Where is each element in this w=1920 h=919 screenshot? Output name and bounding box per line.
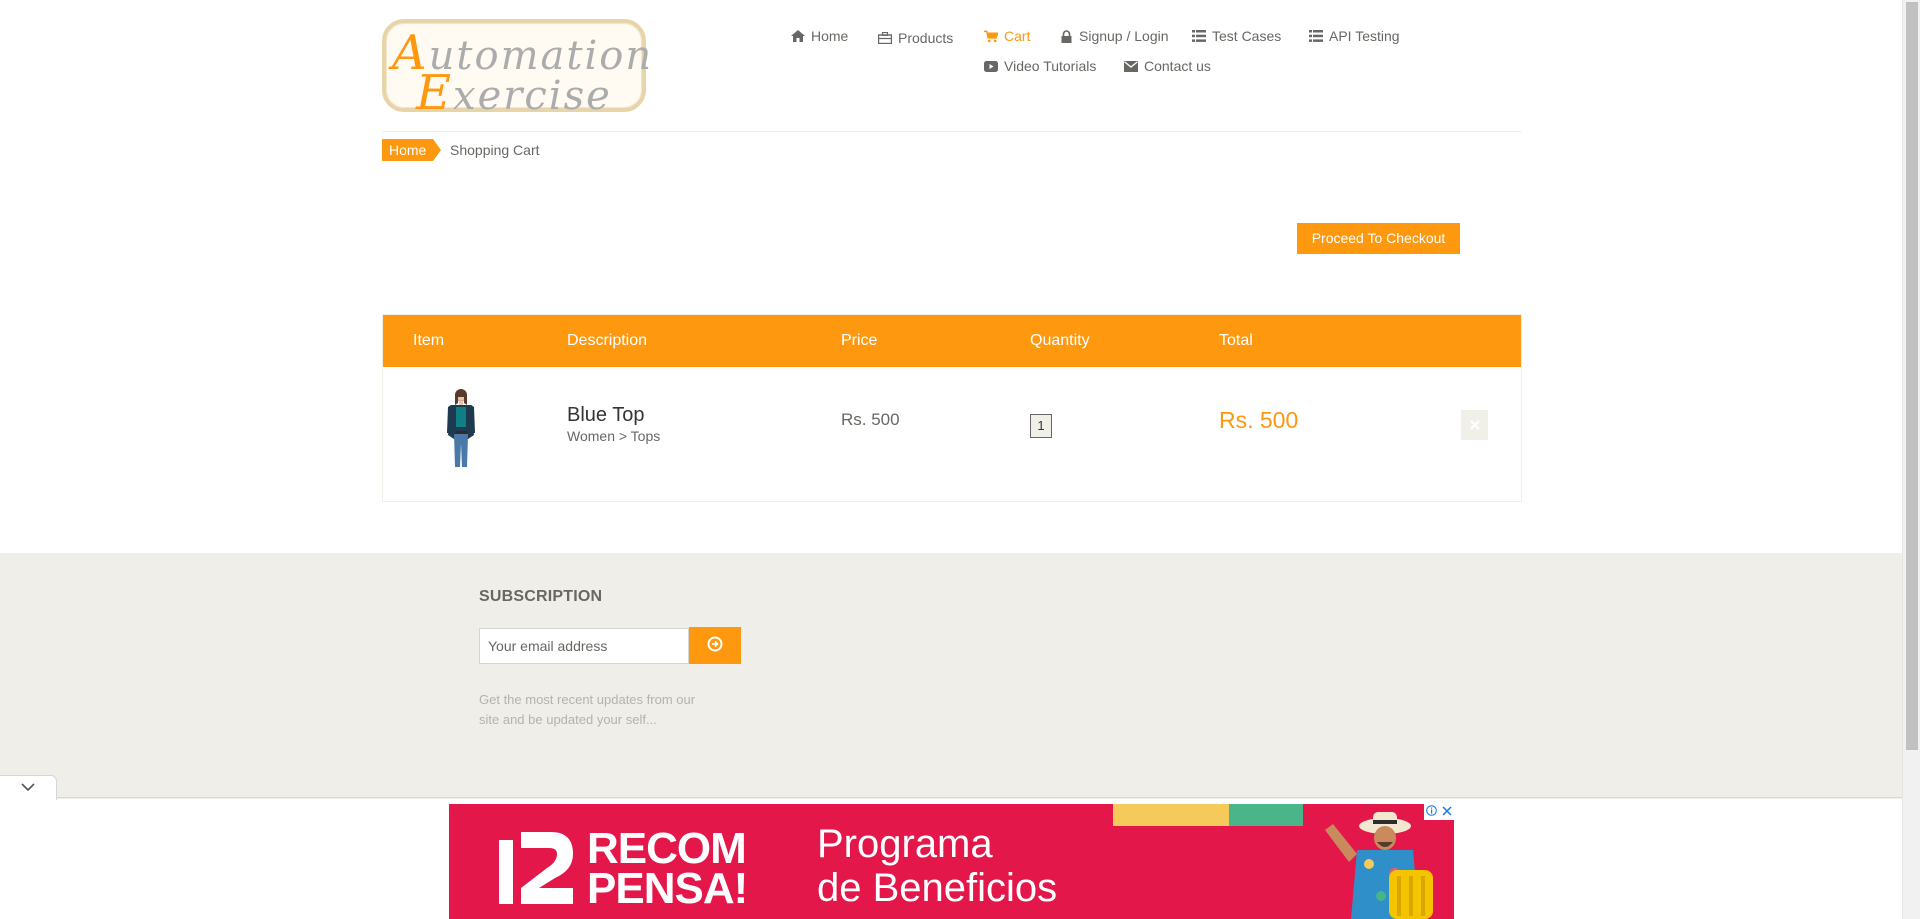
briefcase-icon (878, 31, 892, 45)
shopping-cart-icon (984, 29, 998, 43)
collapse-ad-button[interactable] (0, 775, 57, 800)
close-icon (1469, 417, 1480, 433)
header-description: Description (567, 332, 648, 349)
nav-cart[interactable]: Cart (984, 28, 1030, 44)
nav-test-cases-label: Test Cases (1212, 28, 1282, 44)
info-icon[interactable] (1426, 805, 1438, 819)
subscription-email-input[interactable] (479, 628, 689, 664)
nav-contact-label: Contact us (1144, 58, 1211, 74)
site-logo[interactable]: Automation Exercise (382, 19, 651, 121)
nav-api-testing[interactable]: API Testing (1309, 28, 1400, 44)
header-quantity: Quantity (1030, 332, 1090, 349)
advertisement[interactable]: RECOM PENSA! Programa de Beneficios (449, 804, 1454, 919)
logo-text-2: xercise (453, 73, 612, 119)
nav-products-label: Products (898, 30, 954, 46)
cart-table-header: Item Description Price Quantity Total (383, 315, 1521, 367)
quantity-value[interactable]: 1 (1030, 414, 1052, 438)
header-price: Price (841, 332, 878, 349)
nav-contact-us[interactable]: Contact us (1124, 58, 1211, 74)
footer (0, 553, 1903, 799)
product-total: Rs. 500 (1219, 407, 1299, 433)
ad-choices-controls[interactable] (1424, 804, 1454, 820)
ad-logo-icon (499, 832, 573, 904)
ad-headline-2: de Beneficios (817, 866, 1058, 910)
footer-divider (0, 797, 1903, 798)
product-category: Women > Tops (567, 428, 661, 444)
header-total: Total (1219, 332, 1253, 349)
nav-test-cases[interactable]: Test Cases (1192, 28, 1281, 44)
product-image[interactable] (441, 387, 481, 469)
nav-signup-label: Signup / Login (1079, 28, 1169, 44)
home-icon (791, 29, 805, 43)
nav-cart-label: Cart (1004, 28, 1031, 44)
youtube-play-icon (984, 59, 998, 73)
arrow-circle-right-icon (707, 636, 723, 655)
breadcrumb-home[interactable]: Home (382, 139, 442, 161)
nav-api-testing-label: API Testing (1329, 28, 1400, 44)
header-divider (382, 131, 1522, 132)
close-ad-icon[interactable] (1442, 805, 1452, 819)
chevron-down-icon (21, 779, 35, 797)
subscription-title: SUBSCRIPTION (479, 588, 603, 605)
ad-headline-1: Programa (817, 822, 993, 866)
logo-cap-2: E (416, 65, 454, 121)
scrollbar-thumb[interactable] (1906, 2, 1918, 750)
logo-line-2: Exercise (416, 65, 612, 121)
ad-brand-line-2: PENSA! (587, 864, 748, 913)
ad-person-image (1285, 804, 1445, 919)
nav-products[interactable]: Products (878, 30, 953, 46)
subscription-note: Get the most recent updates from our sit… (479, 692, 696, 727)
proceed-to-checkout-button[interactable]: Proceed To Checkout (1297, 223, 1460, 254)
delete-item-button[interactable] (1461, 410, 1488, 440)
nav-signup-login[interactable]: Signup / Login (1059, 28, 1169, 44)
product-price: Rs. 500 (841, 410, 900, 429)
breadcrumb-current: Shopping Cart (450, 142, 540, 158)
product-name-link[interactable]: Blue Top (567, 404, 644, 427)
list-icon (1192, 29, 1206, 43)
ad-stripe-yellow (1113, 804, 1229, 826)
page-scrollbar[interactable] (1902, 0, 1920, 919)
lock-icon (1059, 29, 1073, 43)
nav-home[interactable]: Home (791, 28, 848, 44)
nav-video-tutorials[interactable]: Video Tutorials (984, 58, 1096, 74)
subscribe-button[interactable] (689, 627, 741, 664)
nav-video-label: Video Tutorials (1004, 58, 1097, 74)
cart-table: Item Description Price Quantity Total Bl… (382, 314, 1522, 502)
list-icon (1309, 29, 1323, 43)
envelope-icon (1124, 59, 1138, 73)
table-row: Blue Top Women > Tops Rs. 500 1 Rs. 500 (383, 367, 1521, 501)
nav-home-label: Home (811, 28, 849, 44)
header-item: Item (413, 332, 445, 349)
